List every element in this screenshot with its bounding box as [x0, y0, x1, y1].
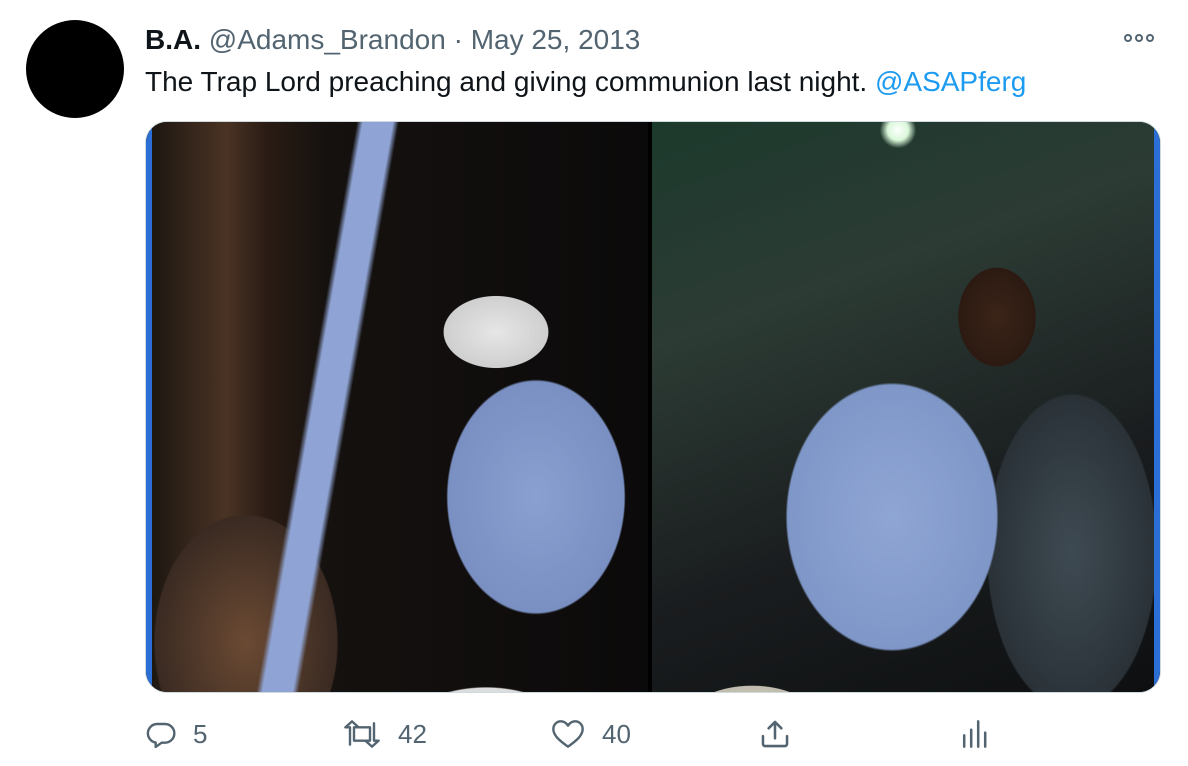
share-icon — [761, 720, 789, 748]
analytics-icon — [962, 720, 987, 748]
display-name[interactable]: B.A. — [145, 24, 201, 55]
share-button[interactable] — [758, 714, 792, 754]
analytics-button[interactable] — [960, 714, 988, 754]
tweet-media — [145, 121, 1161, 693]
avatar[interactable] — [26, 20, 124, 118]
like-button[interactable]: 40 — [550, 714, 631, 754]
photo-performer-microphone[interactable] — [146, 122, 652, 692]
retweet-button[interactable]: 42 — [342, 714, 427, 754]
more-icon[interactable] — [1124, 30, 1162, 46]
retweet-count: 42 — [398, 719, 427, 749]
header-separator: · — [453, 24, 463, 55]
like-count: 40 — [602, 719, 631, 749]
tweet-text: The Trap Lord preaching and giving commu… — [145, 64, 1026, 100]
heart-icon — [552, 720, 584, 748]
reply-button[interactable]: 5 — [145, 714, 207, 754]
mention-link[interactable]: @ASAPferg — [875, 66, 1026, 97]
reply-count: 5 — [193, 719, 208, 749]
user-handle[interactable]: @Adams_Brandon — [209, 24, 446, 55]
retweet-icon — [344, 720, 380, 748]
tweet-date[interactable]: May 25, 2013 — [471, 24, 641, 55]
tweet-actions: 5 42 40 — [0, 714, 1188, 754]
tweet-body: The Trap Lord preaching and giving commu… — [145, 66, 868, 97]
tweet-header: B.A. @Adams_Brandon · May 25, 2013 — [145, 22, 640, 58]
photo-performer-bottle[interactable] — [652, 122, 1160, 692]
reply-icon — [146, 722, 176, 749]
